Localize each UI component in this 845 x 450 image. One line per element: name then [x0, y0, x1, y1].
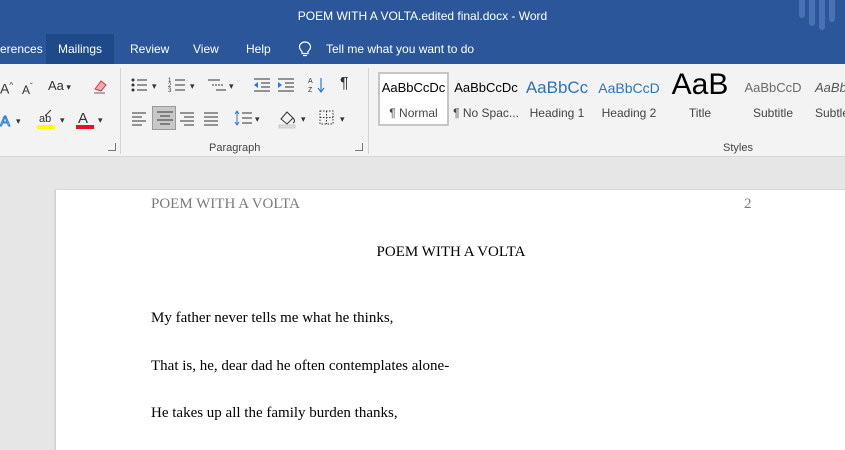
styles-group-label: Styles — [723, 142, 753, 154]
grow-font-button[interactable]: A^ — [0, 78, 13, 97]
align-left-icon[interactable] — [130, 110, 148, 128]
font-color-icon[interactable]: A ▾ — [76, 110, 106, 132]
title-bar: POEM WITH A VOLTA.edited final.docx - Wo… — [0, 0, 845, 34]
borders-icon[interactable]: ▾ — [318, 109, 350, 127]
svg-text:▾: ▾ — [152, 81, 157, 91]
svg-text:ab: ab — [39, 113, 51, 125]
running-header: POEM WITH A VOLTA — [151, 196, 300, 212]
style-no-spacing-sample: AaBbCcDc — [454, 80, 518, 95]
sort-icon[interactable]: AZ — [308, 76, 326, 94]
tell-me-label: Tell me what you want to do — [326, 42, 475, 56]
clear-formatting-icon[interactable] — [92, 77, 110, 95]
paragraph-group-label: Paragraph — [209, 142, 261, 154]
poem-line-2: That is, he, dear dad he often contempla… — [151, 358, 450, 374]
ribbon-tabs: erences Mailings Review View Help Tell m… — [0, 34, 845, 64]
style-normal[interactable]: AaBbCcDc ¶ Normal — [378, 72, 449, 126]
svg-text:▾: ▾ — [60, 115, 65, 125]
style-heading-2-sample: AaBbCcD — [598, 80, 660, 96]
highlight-color-icon[interactable]: ab ▾ — [36, 110, 70, 132]
justify-icon[interactable] — [202, 110, 220, 128]
title-decoration — [799, 0, 839, 30]
line-spacing-icon[interactable]: ▾ — [234, 109, 264, 127]
shrink-font-button[interactable]: Aˇ — [22, 79, 33, 98]
ribbon: A^ Aˇ Aa ▾ A▾ ab▾ A▾ ▾ 123▾ ▾ AZ ¶ — [0, 64, 845, 157]
document-title: POEM WITH A VOLTA — [376, 244, 526, 260]
numbering-icon[interactable]: 1 2 3 ▾ — [168, 76, 200, 94]
document-area: POEM WITH A VOLTA 2 POEM WITH A VOLTA My… — [0, 158, 845, 450]
change-case-button[interactable]: Aa ▾ — [48, 78, 71, 95]
page-number: 2 — [744, 196, 752, 212]
multilevel-list-icon[interactable]: ▾ — [206, 76, 238, 94]
decrease-indent-icon[interactable] — [252, 76, 272, 94]
svg-text:▾: ▾ — [340, 114, 345, 124]
style-normal-name: ¶ Normal — [389, 106, 438, 120]
document-page[interactable]: POEM WITH A VOLTA 2 POEM WITH A VOLTA My… — [55, 190, 845, 450]
style-heading-2-name: Heading 2 — [601, 106, 657, 120]
svg-text:A: A — [308, 78, 313, 85]
tab-mailings[interactable]: Mailings — [46, 34, 115, 64]
svg-text:▾: ▾ — [229, 81, 234, 91]
lightbulb-icon — [298, 41, 312, 57]
tab-view[interactable]: View — [181, 34, 231, 64]
paragraph-dialog-launcher[interactable] — [355, 143, 363, 151]
font-dialog-launcher[interactable] — [108, 143, 116, 151]
paragraph-styles-separator — [368, 68, 369, 154]
svg-text:A: A — [0, 113, 10, 130]
style-subtle-emphasis[interactable]: AaBbC Subtle — [810, 72, 845, 126]
style-title-name: Title — [688, 106, 712, 120]
style-no-spacing-name: ¶ No Spac... — [453, 106, 519, 120]
style-heading-1-name: Heading 1 — [529, 106, 585, 120]
svg-text:▾: ▾ — [255, 114, 260, 124]
svg-text:▾: ▾ — [16, 116, 21, 126]
style-heading-1[interactable]: AaBbCc Heading 1 — [522, 72, 592, 126]
style-subtle-name: Subtle — [815, 106, 845, 120]
style-title-sample: AaB — [671, 72, 729, 101]
style-subtle-sample: AaBbC — [815, 80, 845, 95]
svg-text:3: 3 — [168, 88, 172, 94]
svg-text:▾: ▾ — [98, 115, 103, 125]
style-title[interactable]: AaB Title — [665, 72, 735, 126]
font-paragraph-separator — [120, 68, 121, 154]
shading-icon[interactable]: ▾ — [278, 109, 310, 129]
poem-line-3: He takes up all the family burden thanks… — [151, 405, 398, 421]
style-heading-2[interactable]: AaBbCcD Heading 2 — [594, 72, 664, 126]
style-subtitle-name: Subtitle — [752, 106, 794, 120]
svg-text:A: A — [78, 110, 88, 127]
tell-me-search[interactable]: Tell me what you want to do — [298, 34, 474, 64]
center-align-button[interactable] — [152, 106, 176, 130]
style-subtitle-sample: AaBbCcD — [744, 80, 802, 95]
bullets-icon[interactable]: ▾ — [130, 76, 162, 94]
svg-text:Z: Z — [308, 87, 313, 94]
style-normal-sample: AaBbCcDc — [381, 80, 446, 95]
increase-indent-icon[interactable] — [276, 76, 296, 94]
tab-review[interactable]: Review — [118, 34, 181, 64]
style-no-spacing[interactable]: AaBbCcDc ¶ No Spac... — [451, 72, 521, 126]
style-heading-1-sample: AaBbCc — [525, 78, 589, 97]
align-right-icon[interactable] — [178, 110, 196, 128]
style-subtitle[interactable]: AaBbCcD Subtitle — [738, 72, 808, 126]
tab-help[interactable]: Help — [234, 34, 283, 64]
svg-text:▾: ▾ — [190, 81, 195, 91]
show-formatting-marks-icon[interactable]: ¶ — [340, 76, 349, 92]
svg-text:▾: ▾ — [301, 114, 306, 124]
window-title: POEM WITH A VOLTA.edited final.docx - Wo… — [297, 9, 548, 23]
poem-line-1: My father never tells me what he thinks, — [151, 310, 394, 326]
text-effects-icon[interactable]: A ▾ — [0, 112, 26, 131]
